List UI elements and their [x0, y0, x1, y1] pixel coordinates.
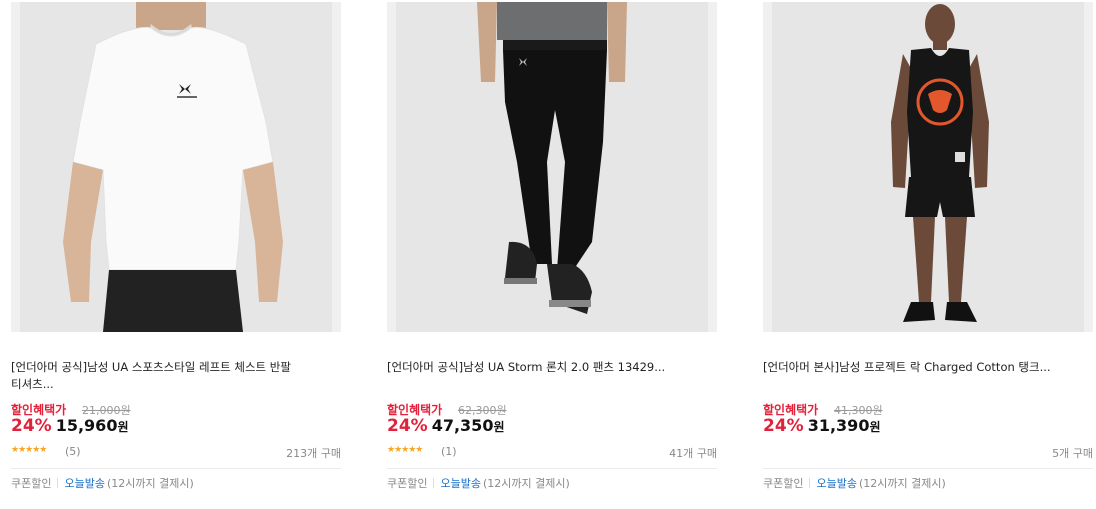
separator: [809, 478, 811, 488]
separator: [433, 478, 435, 488]
shipping-label: 오늘발송: [816, 477, 857, 490]
sale-price: 31,390: [807, 416, 870, 435]
shipping-label: 오늘발송: [440, 477, 481, 490]
coupon-label: 쿠폰할인: [763, 477, 804, 490]
price-row: 24% 15,960원: [11, 416, 129, 436]
product-title[interactable]: [언더아머 본사]남성 프로젝트 락 Charged Cotton 탱크...: [763, 359, 1088, 376]
product-title[interactable]: [언더아머 공식]남성 UA 스포츠스타일 레프트 체스트 반팔 티셔츠...: [11, 359, 336, 393]
benefit-row: 쿠폰할인 오늘발송 (12시까지 결제시): [11, 475, 194, 491]
divider: [387, 468, 717, 469]
tshirt-image: [63, 2, 283, 332]
star-rating-icon: ★★★★★: [11, 445, 47, 455]
benefit-row: 쿠폰할인 오늘발송 (12시까지 결제시): [387, 475, 570, 491]
tank-top-image: [891, 4, 989, 322]
product-title-line1: [언더아머 공식]남성 UA 스포츠스타일 레프트 체스트 반팔: [11, 360, 291, 374]
currency-label: 원: [869, 420, 881, 434]
discount-rate: 24%: [387, 416, 428, 436]
product-image[interactable]: [763, 2, 1093, 332]
sale-price: 15,960: [55, 416, 118, 435]
price-row: 24% 47,350원: [387, 416, 505, 436]
benefit-row: 쿠폰할인 오늘발송 (12시까지 결제시): [763, 475, 946, 491]
shipping-label: 오늘발송: [64, 477, 105, 490]
currency-label: 원: [117, 420, 129, 434]
price-row: 24% 31,390원: [763, 416, 881, 436]
review-count[interactable]: (1): [441, 445, 457, 458]
product-card[interactable]: [언더아머 공식]남성 UA Storm 론치 2.0 팬츠 13429... …: [387, 0, 717, 509]
product-title[interactable]: [언더아머 공식]남성 UA Storm 론치 2.0 팬츠 13429...: [387, 359, 712, 376]
product-image[interactable]: [11, 2, 341, 332]
shipping-note: (12시까지 결제시): [482, 477, 570, 490]
purchase-count: 213개 구매: [286, 447, 341, 460]
divider: [763, 468, 1093, 469]
divider: [11, 468, 341, 469]
review-count[interactable]: (5): [65, 445, 81, 458]
product-card[interactable]: [언더아머 본사]남성 프로젝트 락 Charged Cotton 탱크... …: [763, 0, 1093, 509]
pants-image: [477, 2, 627, 314]
sale-price: 47,350: [431, 416, 494, 435]
purchase-count: 5개 구매: [1052, 447, 1093, 460]
coupon-label: 쿠폰할인: [11, 477, 52, 490]
product-title-line1: [언더아머 본사]남성 프로젝트 락 Charged Cotton 탱크...: [763, 360, 1051, 374]
shipping-note: (12시까지 결제시): [106, 477, 194, 490]
purchase-count: 41개 구매: [669, 447, 717, 460]
product-image[interactable]: [387, 2, 717, 332]
coupon-label: 쿠폰할인: [387, 477, 428, 490]
currency-label: 원: [493, 420, 505, 434]
star-rating-icon: ★★★★★: [387, 445, 423, 455]
product-card[interactable]: [언더아머 공식]남성 UA 스포츠스타일 레프트 체스트 반팔 티셔츠... …: [11, 0, 341, 509]
discount-rate: 24%: [11, 416, 52, 436]
product-title-line1: [언더아머 공식]남성 UA Storm 론치 2.0 팬츠 13429...: [387, 360, 666, 374]
product-title-line2: 티셔츠...: [11, 377, 54, 391]
discount-rate: 24%: [763, 416, 804, 436]
shipping-note: (12시까지 결제시): [858, 477, 946, 490]
separator: [57, 478, 59, 488]
